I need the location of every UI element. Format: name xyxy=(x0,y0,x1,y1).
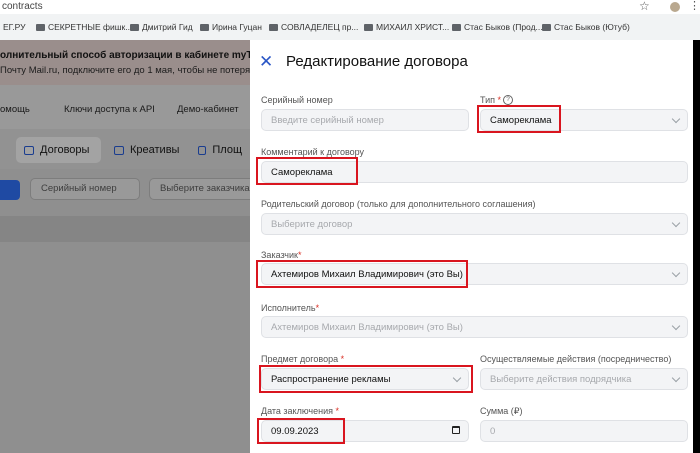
actions-select[interactable]: Выберите действия подрядчика xyxy=(480,368,688,390)
date-input[interactable]: 09.09.2023 xyxy=(261,420,469,442)
bookmark-item[interactable]: Стас Быков (Ютуб) xyxy=(542,22,630,32)
section-tabs: Договоры Креативы Площ xyxy=(0,129,250,169)
actions-label: Осуществляемые действия (посредничество) xyxy=(480,354,672,364)
address-bar[interactable]: contracts ☆ ⋮ xyxy=(0,0,700,14)
chevron-down-icon xyxy=(671,218,681,228)
serial-filter-input[interactable]: Серийный номер xyxy=(30,178,140,200)
parent-select[interactable]: Выберите договор xyxy=(261,213,688,235)
auth-banner: олнительный способ авторизации в кабинет… xyxy=(0,40,268,85)
folder-icon xyxy=(269,23,278,31)
create-button[interactable] xyxy=(0,180,20,200)
bookmark-item[interactable]: СЕКРЕТНЫЕ фишк... xyxy=(36,22,132,32)
customer-label: Заказчик* xyxy=(261,250,302,260)
bookmark-star-icon[interactable]: ☆ xyxy=(639,0,650,13)
comment-input[interactable]: Самореклама xyxy=(261,161,688,183)
chevron-down-icon xyxy=(671,373,681,383)
serial-label: Серийный номер xyxy=(261,95,333,105)
nav-api-keys[interactable]: Ключи доступа к API xyxy=(64,104,155,115)
banner-title: олнительный способ авторизации в кабинет… xyxy=(0,50,262,61)
table-header xyxy=(0,216,250,242)
folder-icon xyxy=(542,23,551,31)
scrollbar[interactable] xyxy=(693,40,700,453)
subject-label: Предмет договора * xyxy=(261,354,345,364)
chevron-down-icon xyxy=(452,373,462,383)
subject-select[interactable]: Распространение рекламы xyxy=(261,368,469,390)
date-label: Дата заключения * xyxy=(261,406,340,416)
creatives-icon xyxy=(114,145,124,155)
customer-filter-select[interactable]: Выберите заказчика xyxy=(149,178,250,200)
executor-label: Исполнитель* xyxy=(261,303,320,313)
folder-icon xyxy=(36,23,45,31)
bookmark-item[interactable]: Дмитрий Гид xyxy=(130,22,193,32)
nav-help[interactable]: омощь xyxy=(0,104,30,115)
url-text: contracts xyxy=(2,1,43,12)
contracts-icon xyxy=(24,145,34,155)
type-label: Тип *? xyxy=(480,95,514,105)
executor-select[interactable]: Ахтемиров Михаил Владимирович (это Вы) xyxy=(261,316,688,338)
tab-creatives[interactable]: Креативы xyxy=(106,137,190,163)
folder-icon xyxy=(364,23,373,31)
folder-icon xyxy=(130,23,139,31)
customer-select[interactable]: Ахтемиров Михаил Владимирович (это Вы) xyxy=(261,263,688,285)
bookmark-item[interactable]: МИХАИЛ ХРИСТ... xyxy=(364,22,449,32)
banner-text: Почту Mail.ru, подключите его до 1 мая, … xyxy=(0,65,268,76)
profile-avatar[interactable] xyxy=(670,2,680,12)
bookmark-item[interactable]: СОВЛАДЕЛЕЦ пр... xyxy=(269,22,358,32)
modal-title: Редактирование договора xyxy=(286,53,468,70)
platforms-icon xyxy=(198,145,207,155)
folder-icon xyxy=(452,23,461,31)
tab-platforms[interactable]: Площ xyxy=(190,137,250,163)
parent-label: Родительский договор (только для дополни… xyxy=(261,199,536,209)
filters-row: Серийный номер Выберите заказчика xyxy=(0,169,250,209)
calendar-icon[interactable] xyxy=(452,426,460,434)
top-nav: омощь Ключи доступа к API Демо-кабинет xyxy=(0,85,250,130)
folder-icon xyxy=(200,23,209,31)
chevron-down-icon xyxy=(671,268,681,278)
edit-contract-modal: ✕ Редактирование договора Серийный номер… xyxy=(250,40,693,453)
nav-demo-cabinet[interactable]: Демо-кабинет xyxy=(177,104,239,115)
bookmark-item[interactable]: Стас Быков (Прод... xyxy=(452,22,543,32)
comment-label: Комментарий к договору xyxy=(261,147,365,157)
bookmark-item[interactable]: ЕГ.РУ xyxy=(3,22,25,32)
sum-input[interactable]: 0 xyxy=(480,420,688,442)
bookmarks-bar: ЕГ.РУ СЕКРЕТНЫЕ фишк... Дмитрий Гид Ирин… xyxy=(0,14,700,41)
serial-input[interactable]: Введите серийный номер xyxy=(261,109,469,131)
chevron-down-icon xyxy=(671,114,681,124)
sum-label: Сумма (₽) xyxy=(480,406,523,416)
help-icon[interactable]: ? xyxy=(503,95,514,105)
chevron-down-icon xyxy=(671,321,681,331)
bookmark-item[interactable]: Ирина Гуцан xyxy=(200,22,262,32)
type-select[interactable]: Самореклама xyxy=(480,109,688,131)
browser-menu-icon[interactable]: ⋮ xyxy=(689,0,700,12)
close-icon[interactable]: ✕ xyxy=(259,52,273,72)
tab-contracts[interactable]: Договоры xyxy=(16,137,101,163)
